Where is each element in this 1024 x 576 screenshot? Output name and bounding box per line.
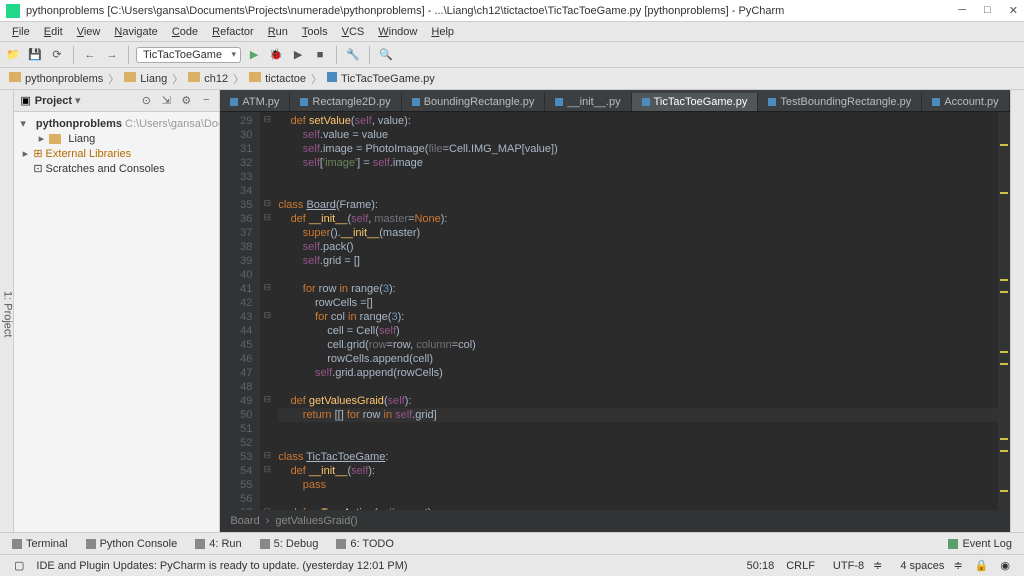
line-ending[interactable]: CRLF	[780, 560, 821, 572]
titlebar: pythonproblems [C:\Users\gansa\Documents…	[0, 0, 1024, 22]
menu-edit[interactable]: Edit	[38, 26, 69, 38]
breadcrumb-item[interactable]: ch12	[185, 72, 231, 85]
window-title: pythonproblems [C:\Users\gansa\Documents…	[26, 5, 958, 17]
project-header: ▣ Project ▾ ⊙ ⇲ ⚙ −	[14, 90, 219, 112]
bottom-tab[interactable]: 5: Debug	[252, 538, 327, 550]
coverage-icon[interactable]: ▶	[289, 46, 307, 64]
code-editor[interactable]: 2930313233343536373839404142434445464748…	[220, 112, 1009, 510]
breadcrumb-item[interactable]: TicTacToeGame.py	[324, 72, 438, 85]
maximize-button[interactable]: □	[984, 4, 991, 17]
back-icon[interactable]: ←	[81, 46, 99, 64]
tree-item[interactable]: ▾pythonproblems C:\Users\gansa\Docum	[14, 116, 219, 131]
bottom-tool-tabs: TerminalPython Console4: Run5: Debug6: T…	[0, 532, 1024, 554]
toolbar: 📁 💾 ⟳ ← → TicTacToeGame ▶ 🐞 ▶ ■ 🔧 🔍	[0, 42, 1024, 68]
event-log-tab[interactable]: Event Log	[940, 538, 1020, 550]
collapse-icon[interactable]: ⇲	[159, 94, 173, 108]
right-tool-strip[interactable]	[1010, 90, 1024, 532]
debug-icon[interactable]: 🐞	[267, 46, 285, 64]
lock-icon[interactable]: 🔒	[969, 559, 995, 572]
editor-area: ATM.pyRectangle2D.pyBoundingRectangle.py…	[220, 90, 1009, 532]
bottom-tab[interactable]: 6: TODO	[328, 538, 402, 550]
line-gutter: 2930313233343536373839404142434445464748…	[220, 112, 260, 510]
hide-icon[interactable]: −	[199, 94, 213, 108]
bottom-tab[interactable]: Python Console	[78, 538, 186, 550]
project-tab-icon: ▣	[20, 94, 30, 107]
indent[interactable]: 4 spaces ≑	[888, 559, 968, 572]
open-icon[interactable]: 📁	[4, 46, 22, 64]
stop-icon[interactable]: ■	[311, 46, 329, 64]
bottom-tab[interactable]: Terminal	[4, 538, 76, 550]
menu-navigate[interactable]: Navigate	[108, 26, 163, 38]
code-text[interactable]: def setValue(self, value): self.value = …	[274, 112, 997, 510]
window-buttons: ─ □ ✕	[958, 4, 1018, 17]
status-message[interactable]: IDE and Plugin Updates: PyCharm is ready…	[30, 560, 413, 572]
project-panel: ▣ Project ▾ ⊙ ⇲ ⚙ − ▾pythonproblems C:\U…	[14, 90, 220, 532]
menu-tools[interactable]: Tools	[296, 26, 334, 38]
editor-tab[interactable]: __init__.py	[545, 93, 631, 111]
gear-icon[interactable]: ⚙	[179, 94, 193, 108]
error-stripe[interactable]	[998, 112, 1010, 510]
menu-code[interactable]: Code	[166, 26, 204, 38]
project-title[interactable]: Project	[35, 95, 72, 107]
target-icon[interactable]: ⊙	[139, 94, 153, 108]
menu-run[interactable]: Run	[262, 26, 294, 38]
editor-tab[interactable]: Account.py	[922, 93, 1009, 111]
minimize-button[interactable]: ─	[958, 4, 966, 17]
project-tree[interactable]: ▾pythonproblems C:\Users\gansa\Docum▸Lia…	[14, 112, 219, 180]
menu-help[interactable]: Help	[425, 26, 460, 38]
menubar: FileEditViewNavigateCodeRefactorRunTools…	[0, 22, 1024, 42]
wrench-icon[interactable]: 🔧	[344, 46, 362, 64]
code-breadcrumb[interactable]: Board › getValuesGraid()	[220, 510, 1009, 532]
editor-tab[interactable]: Rectangle2D.py	[290, 93, 401, 111]
run-config-select[interactable]: TicTacToeGame	[136, 47, 241, 63]
forward-icon[interactable]: →	[103, 46, 121, 64]
editor-tab[interactable]: BoundingRectangle.py	[402, 93, 546, 111]
tree-item[interactable]: ⊡Scratches and Consoles	[14, 161, 219, 176]
editor-tab[interactable]: ATM.py	[220, 93, 290, 111]
breadcrumb-item[interactable]: pythonproblems	[6, 72, 106, 85]
run-icon[interactable]: ▶	[245, 46, 263, 64]
breadcrumb-item[interactable]: tictactoe	[246, 72, 309, 85]
left-tool-strip[interactable]: 1: Project	[0, 90, 14, 532]
tree-item[interactable]: ▸Liang	[14, 131, 219, 146]
inspect-icon[interactable]: ◉	[994, 559, 1016, 572]
breadcrumb-item[interactable]: Liang	[121, 72, 170, 85]
menu-refactor[interactable]: Refactor	[206, 26, 260, 38]
statusbar: ▢ IDE and Plugin Updates: PyCharm is rea…	[0, 554, 1024, 576]
search-icon[interactable]: 🔍	[377, 46, 395, 64]
nav-breadcrumbs: pythonproblems〉Liang〉ch12〉tictactoe〉TicT…	[0, 68, 1024, 90]
close-button[interactable]: ✕	[1009, 4, 1018, 17]
fold-column[interactable]: ⊟⊟⊟⊟⊟⊟⊟⊟⊟	[260, 112, 274, 510]
menu-window[interactable]: Window	[372, 26, 423, 38]
app-icon	[6, 4, 20, 18]
save-icon[interactable]: 💾	[26, 46, 44, 64]
tree-item[interactable]: ▸⊞External Libraries	[14, 146, 219, 161]
status-icon: ▢	[8, 559, 30, 572]
refresh-icon[interactable]: ⟳	[48, 46, 66, 64]
bottom-tab[interactable]: 4: Run	[187, 538, 249, 550]
menu-file[interactable]: File	[6, 26, 36, 38]
editor-tab[interactable]: TicTacToeGame.py	[632, 93, 759, 111]
encoding[interactable]: UTF-8 ≑	[821, 559, 888, 572]
editor-tabs: ATM.pyRectangle2D.pyBoundingRectangle.py…	[220, 90, 1009, 112]
menu-vcs[interactable]: VCS	[336, 26, 371, 38]
menu-view[interactable]: View	[71, 26, 107, 38]
cursor-position[interactable]: 50:18	[741, 560, 781, 572]
editor-tab[interactable]: TestBoundingRectangle.py	[758, 93, 922, 111]
